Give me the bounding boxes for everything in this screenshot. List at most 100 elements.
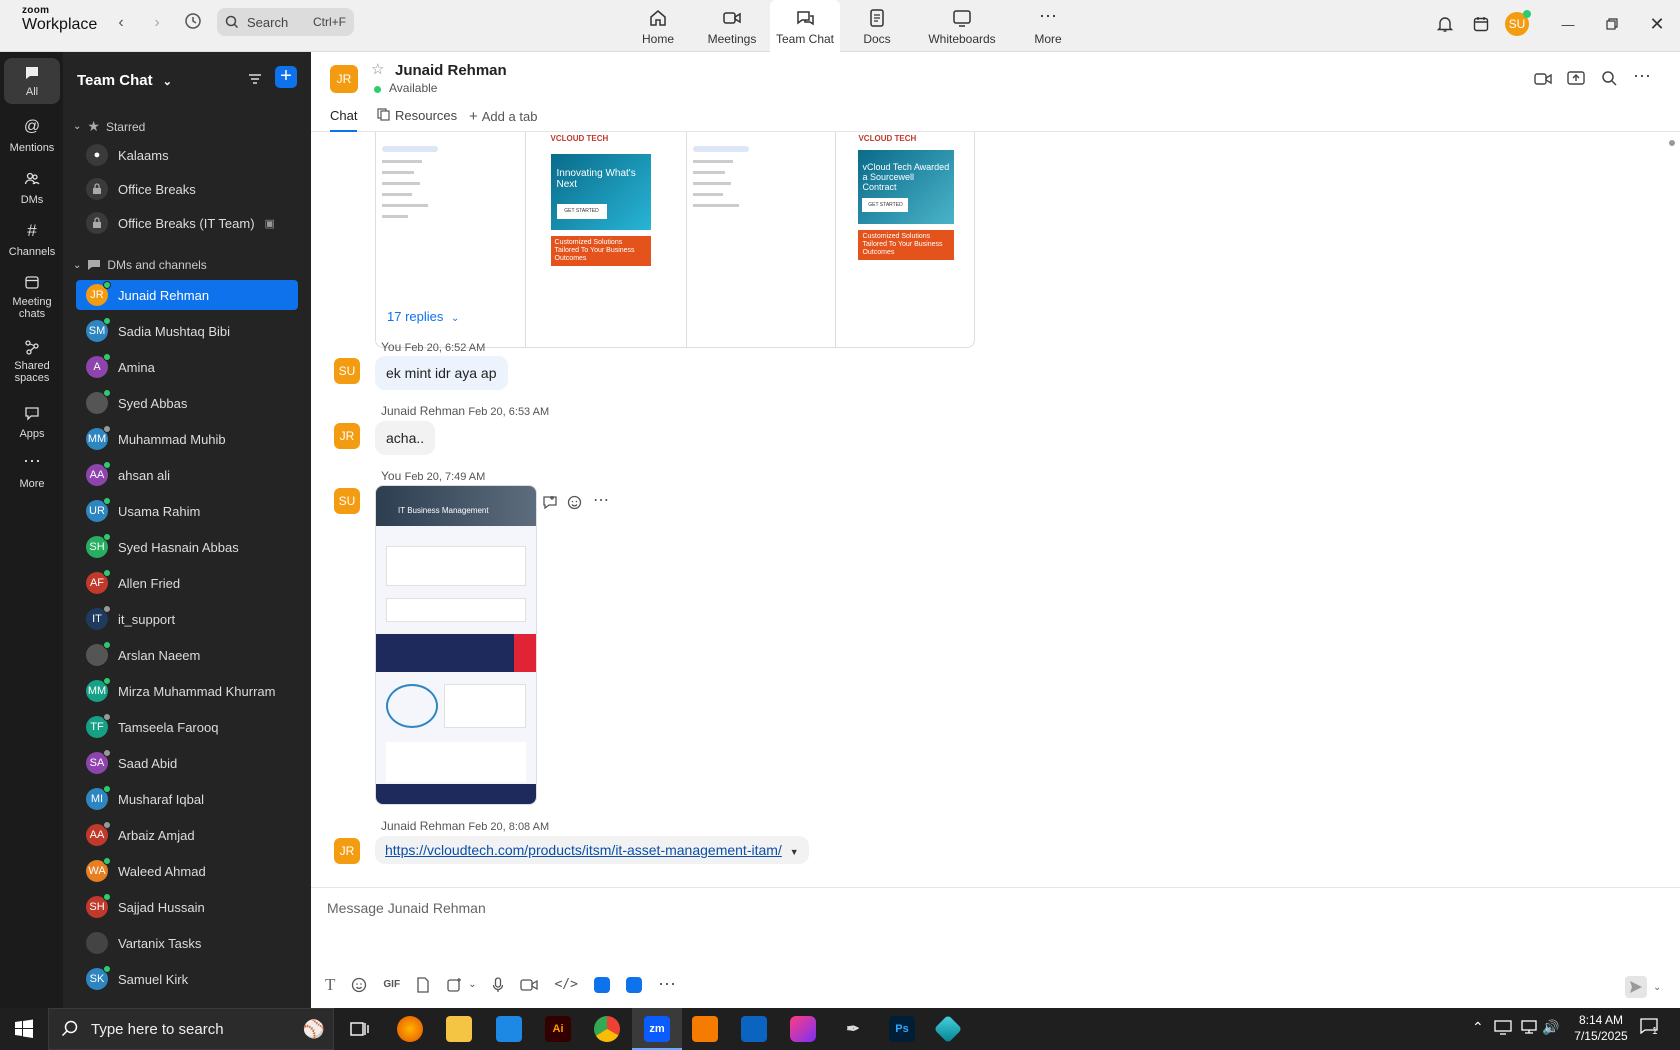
tab-meetings[interactable]: Meetings <box>694 0 770 52</box>
notification-center-icon[interactable]: 1 <box>1640 1018 1666 1040</box>
dms-section-header[interactable]: ⌄ DMs and channels <box>73 258 207 272</box>
dm-item[interactable]: A Amina <box>76 352 298 382</box>
image-attachment-group[interactable]: VCLOUD TECH Innovating What's Next GET S… <box>375 132 975 348</box>
replies-link[interactable]: 17 replies ⌄ <box>387 309 459 324</box>
channel-item-kalaams[interactable]: ● Kalaams <box>76 140 298 170</box>
star-outline-icon[interactable]: ☆ <box>371 60 384 78</box>
attach-file-icon[interactable] <box>416 976 430 993</box>
send-button[interactable] <box>1625 976 1647 998</box>
creative-cloud-icon[interactable] <box>790 1016 816 1042</box>
tab-resources[interactable]: Resources <box>377 108 457 123</box>
calendar-icon[interactable] <box>1469 12 1493 36</box>
zoom-clips-icon[interactable] <box>625 976 642 993</box>
windows-start-icon[interactable] <box>14 1019 34 1042</box>
code-snippet-icon[interactable]: </> <box>554 977 577 992</box>
tab-more[interactable]: ⋯ More <box>1010 0 1086 52</box>
video-message-icon[interactable] <box>520 978 539 992</box>
history-icon[interactable] <box>182 12 204 34</box>
chat-scrollbar[interactable] <box>1669 140 1675 870</box>
file-explorer-icon[interactable] <box>446 1016 472 1042</box>
minimize-icon[interactable]: — <box>1556 12 1580 36</box>
dm-item[interactable]: JR Junaid Rehman <box>76 280 298 310</box>
message-more-icon[interactable]: ⋯ <box>593 490 609 510</box>
task-view-icon[interactable] <box>347 1016 373 1042</box>
message-avatar[interactable]: JR <box>334 423 360 449</box>
tab-team-chat[interactable]: Team Chat <box>770 0 840 52</box>
pen-tool-icon[interactable]: ✒ <box>840 1016 866 1042</box>
dm-item[interactable]: UR Usama Rahim <box>76 496 298 526</box>
emoji-reaction-icon[interactable] <box>567 494 583 513</box>
dm-item[interactable]: SK Samuel Kirk <box>76 964 298 994</box>
message-link[interactable]: https://vcloudtech.com/products/itsm/it-… <box>385 842 782 858</box>
send-options-chevron-icon[interactable]: ⌄ <box>1653 982 1661 993</box>
message-bubble[interactable]: acha.. <box>375 421 436 455</box>
chrome-icon[interactable] <box>594 1016 620 1042</box>
search-bar[interactable]: Search Ctrl+F <box>217 8 354 36</box>
reply-in-thread-icon[interactable] <box>542 494 558 513</box>
close-icon[interactable]: ✕ <box>1645 12 1669 36</box>
compose-plus-button[interactable]: + <box>275 66 297 88</box>
image-thumbnail[interactable]: VCLOUD TECH Innovating What's Next GET S… <box>526 132 687 347</box>
rail-channels[interactable]: # Channels <box>4 218 60 264</box>
dm-item[interactable]: SM Sadia Mushtaq Bibi <box>76 316 298 346</box>
dm-item[interactable]: MI Musharaf Iqbal <box>76 784 298 814</box>
image-thumbnail[interactable]: VCLOUD TECH vCloud Tech Awarded a Source… <box>836 132 974 347</box>
rail-apps[interactable]: Apps <box>4 400 60 446</box>
zoom-app-icon[interactable] <box>593 976 610 993</box>
screenshot-button[interactable]: ⌄ <box>446 977 476 993</box>
dm-item[interactable]: IT it_support <box>76 604 298 634</box>
dm-item[interactable]: AF Allen Fried <box>76 568 298 598</box>
microphone-icon[interactable] <box>492 976 504 993</box>
photoshop-icon[interactable]: Ps <box>889 1016 915 1042</box>
sidebar-header[interactable]: Team Chat ⌄ <box>77 72 172 89</box>
dm-item[interactable]: Vartanix Tasks <box>76 928 298 958</box>
dm-item[interactable]: Syed Abbas <box>76 388 298 418</box>
network-status-icon[interactable] <box>1494 1019 1512 1038</box>
tab-chat[interactable]: Chat <box>330 108 358 132</box>
xampp-icon[interactable] <box>692 1016 718 1042</box>
message-avatar[interactable]: JR <box>334 838 360 864</box>
firefox-icon[interactable] <box>397 1016 423 1042</box>
dm-item[interactable]: SA Saad Abid <box>76 748 298 778</box>
dm-item[interactable]: SH Sajjad Hussain <box>76 892 298 922</box>
user-avatar[interactable]: SU <box>1505 10 1531 36</box>
gif-button[interactable]: GIF <box>383 979 400 990</box>
zoom-taskbar-active[interactable]: zm <box>632 1008 682 1050</box>
dm-item[interactable]: TF Tamseela Farooq <box>76 712 298 742</box>
rail-mentions[interactable]: @ Mentions <box>4 114 60 160</box>
more-options-icon[interactable]: ⋯ <box>1633 66 1651 87</box>
taskbar-search[interactable]: Type here to search ⚾ <box>48 1008 334 1050</box>
rail-meeting-chats[interactable]: Meeting chats <box>4 270 60 328</box>
message-avatar[interactable]: SU <box>334 488 360 514</box>
format-text-icon[interactable]: T <box>325 975 335 995</box>
restore-icon[interactable] <box>1600 12 1624 36</box>
dm-item[interactable]: Arslan Naeem <box>76 640 298 670</box>
image-thumbnail[interactable] <box>687 132 837 347</box>
illustrator-icon[interactable]: Ai <box>545 1016 571 1042</box>
message-input[interactable]: Message Junaid Rehman <box>327 900 1627 916</box>
channel-item-office-breaks-it[interactable]: Office Breaks (IT Team) ▣ <box>76 208 298 238</box>
tab-docs[interactable]: Docs <box>840 0 914 52</box>
rail-shared-spaces[interactable]: Shared spaces <box>4 334 60 392</box>
video-call-icon[interactable] <box>1534 72 1552 89</box>
dm-item[interactable]: MM Mirza Muhammad Khurram <box>76 676 298 706</box>
tab-home[interactable]: Home <box>622 0 694 52</box>
rail-more[interactable]: ⋯ More <box>4 452 60 498</box>
message-avatar[interactable]: SU <box>334 358 360 384</box>
filter-icon[interactable] <box>246 70 264 91</box>
chat-title[interactable]: Junaid Rehman <box>395 62 507 79</box>
starred-section-header[interactable]: ⌄ ★ Starred <box>73 118 145 135</box>
tab-whiteboards[interactable]: Whiteboards <box>914 0 1010 52</box>
notifications-bell-icon[interactable] <box>1433 12 1457 36</box>
forward-icon[interactable]: › <box>146 12 168 34</box>
taskbar-clock[interactable]: 8:14 AM 7/15/2025 <box>1570 1012 1632 1044</box>
dm-item[interactable]: MM Muhammad Muhib <box>76 424 298 454</box>
wifi-icon[interactable] <box>1520 1019 1538 1038</box>
dm-item[interactable]: WA Waleed Ahmad <box>76 856 298 886</box>
message-bubble[interactable]: ek mint idr aya ap <box>375 356 508 390</box>
outlook-icon[interactable] <box>741 1016 767 1042</box>
image-attachment[interactable]: IT Business Management <box>375 485 537 805</box>
dm-item[interactable]: AA ahsan ali <box>76 460 298 490</box>
share-screen-icon[interactable] <box>1567 70 1585 89</box>
chat-avatar[interactable]: JR <box>330 65 358 93</box>
